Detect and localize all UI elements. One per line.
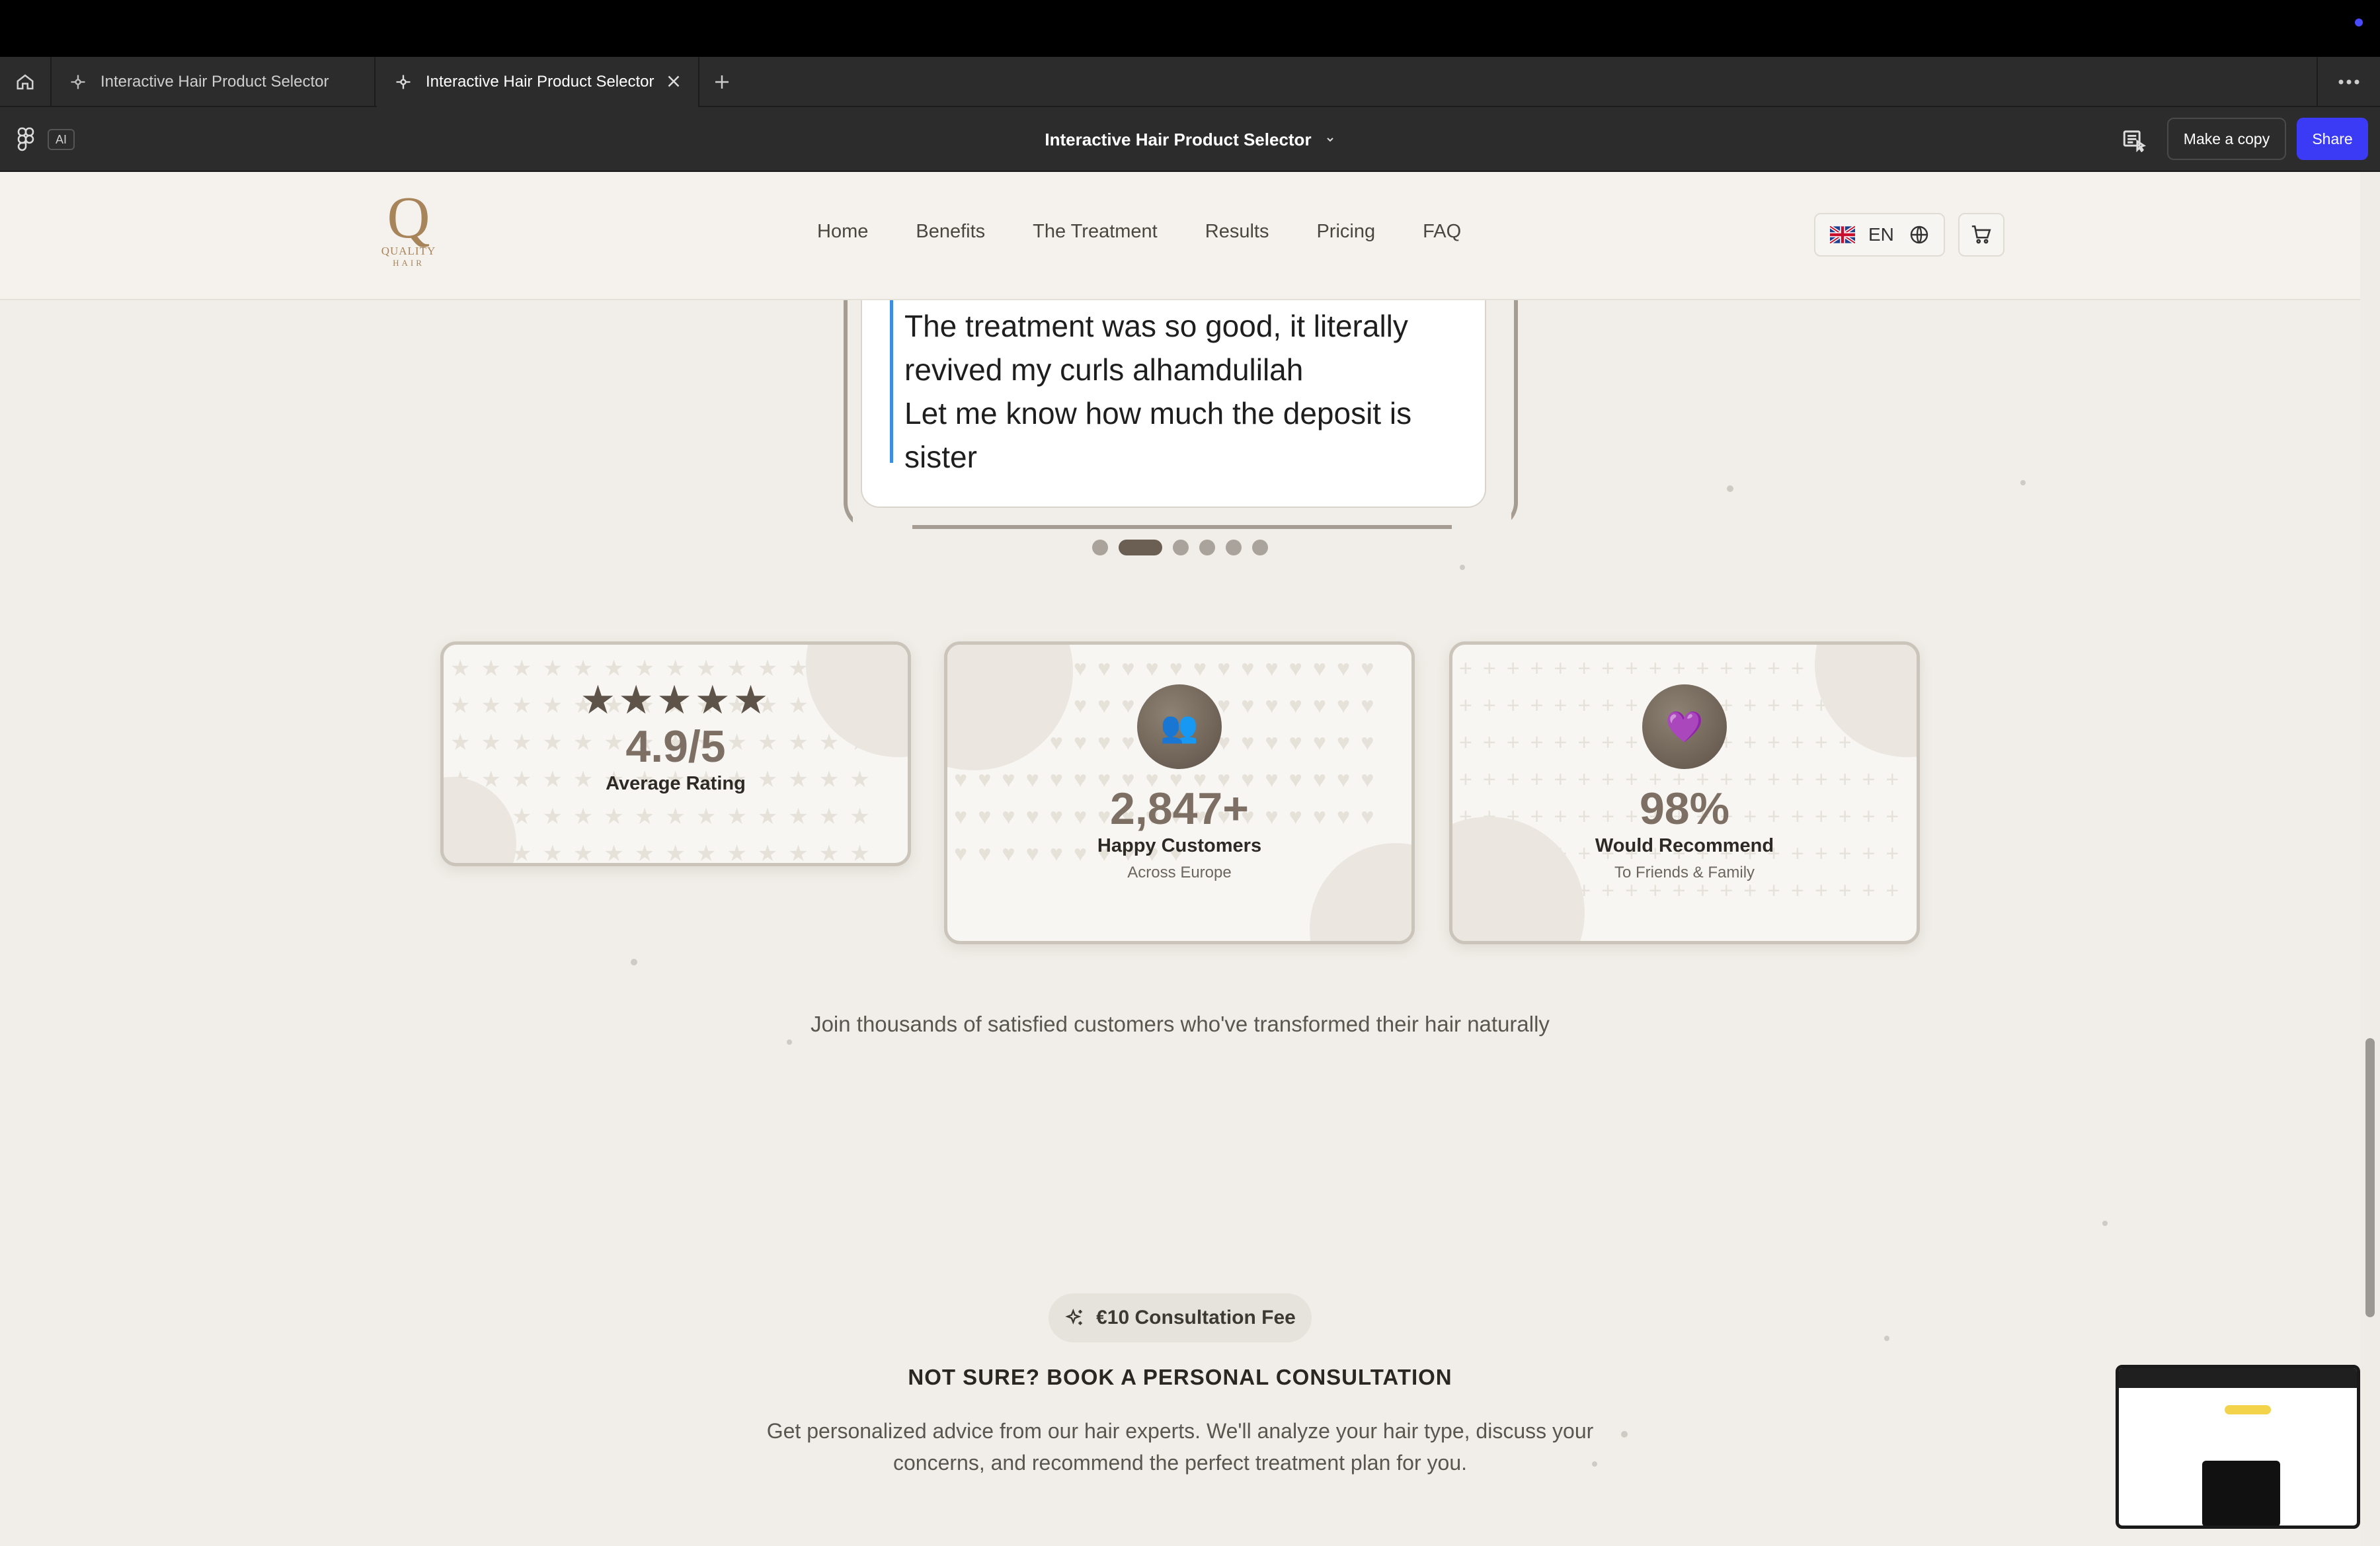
logo-line2: HAIR: [393, 258, 424, 268]
logo-letter: Q: [387, 185, 430, 251]
carousel-dots: [1092, 540, 1279, 555]
plus-icon: [715, 75, 729, 89]
testimonial-line: The treatment was so good, it literally: [904, 309, 1408, 343]
quality-hair-logo[interactable]: Q QUALITY HAIR: [376, 185, 442, 271]
tab-1[interactable]: Interactive Hair Product Selector: [52, 57, 376, 107]
chevron-down-icon: [1325, 134, 1335, 145]
decorative-dot: [1621, 1431, 1628, 1438]
nav-results[interactable]: Results: [1205, 221, 1269, 243]
nav-pricing[interactable]: Pricing: [1316, 221, 1375, 243]
prototype-icon: [69, 73, 87, 91]
home-icon: [17, 74, 34, 90]
decorative-dot: [2102, 1221, 2108, 1226]
recommend-value: 98%: [1639, 784, 1730, 834]
customers-label: Happy Customers: [1097, 835, 1262, 856]
decorative-dot: [1460, 565, 1465, 570]
consultation-fee-text: €10 Consultation Fee: [1096, 1307, 1296, 1328]
consultation-fee-badge: €10 Consultation Fee: [1049, 1293, 1312, 1342]
testimonial-card: The treatment was so good, it literally …: [861, 300, 1486, 508]
document-title[interactable]: Interactive Hair Product Selector: [0, 107, 2380, 172]
scrollbar-thumb[interactable]: [2365, 1038, 2375, 1317]
nav-home[interactable]: Home: [817, 221, 868, 243]
testimonial-text: The treatment was so good, it literally …: [904, 304, 1447, 479]
tab-1-label: Interactive Hair Product Selector: [100, 73, 329, 91]
decorative-dot: [1727, 485, 1733, 492]
decorative-dot: [1884, 1336, 1889, 1341]
heart-emoji: 💜: [1665, 709, 1704, 744]
carousel-dot[interactable]: [1173, 540, 1189, 555]
page-scrollbar[interactable]: [2360, 172, 2380, 1546]
recommend-label: Would Recommend: [1595, 835, 1774, 856]
nav-the-treatment[interactable]: The Treatment: [1033, 221, 1158, 243]
home-tab-button[interactable]: [0, 57, 52, 107]
carousel-dot[interactable]: [1252, 540, 1268, 555]
carousel-dot[interactable]: [1199, 540, 1215, 555]
testimonial-line: revived my curls alhamdulilah: [904, 352, 1304, 387]
more-options-button[interactable]: [2317, 57, 2380, 107]
globe-icon: [1910, 225, 1928, 244]
nav-benefits[interactable]: Benefits: [916, 221, 985, 243]
uk-flag-icon: [1830, 226, 1855, 243]
five-stars-icon: ★★★★★: [580, 678, 772, 722]
tab-2-label: Interactive Hair Product Selector: [426, 73, 654, 91]
thumbnail-device: [2202, 1461, 2280, 1526]
carousel-dot[interactable]: [1226, 540, 1242, 555]
sparkles-icon: [1064, 1307, 1086, 1328]
recommend-sub: To Friends & Family: [1614, 864, 1755, 881]
customers-sub: Across Europe: [1127, 864, 1232, 881]
app-toolbar: AI Interactive Hair Product Selector Mak…: [0, 107, 2380, 172]
language-code: EN: [1868, 224, 1894, 245]
heart-icon: 💜: [1642, 684, 1727, 769]
testimonial-line: Let me know how much the deposit is: [904, 396, 1412, 430]
tab-bar: Interactive Hair Product Selector Intera…: [0, 57, 2380, 107]
decorative-dot: [787, 1039, 792, 1045]
status-dot: [2355, 19, 2363, 26]
preview-thumbnail[interactable]: [2116, 1365, 2360, 1529]
decorative-dot: [2020, 480, 2026, 485]
decorative-dot: [631, 959, 637, 965]
cart-icon: [1971, 225, 1991, 244]
testimonial-line: sister: [904, 440, 977, 474]
rating-value: 4.9/5: [625, 721, 726, 772]
rating-card: ★★★★★★★★★★★★★★★★★★★★★★★★★★★★★★★★★★★★★★★★…: [440, 641, 911, 866]
thumbnail-header: [2119, 1368, 2357, 1388]
tab-2-active[interactable]: Interactive Hair Product Selector: [377, 57, 699, 107]
join-text: Join thousands of satisfied customers wh…: [811, 1012, 1550, 1036]
main-nav: Home Benefits The Treatment Results Pric…: [817, 221, 1509, 243]
site-header: Q QUALITY HAIR Home Benefits The Treatme…: [0, 172, 2360, 300]
page-viewport: Q QUALITY HAIR Home Benefits The Treatme…: [0, 172, 2360, 1546]
people-icon: 👥: [1137, 684, 1222, 769]
language-selector[interactable]: EN: [1814, 213, 1945, 257]
consultation-title: NOT SURE? BOOK A PERSONAL CONSULTATION: [908, 1365, 1452, 1389]
consultation-text: Get personalized advice from our hair ex…: [766, 1419, 1594, 1475]
quote-bar: [890, 300, 893, 463]
logo-line1: QUALITY: [381, 245, 436, 257]
prototype-icon: [394, 73, 413, 91]
recommend-card: ++++++++++++++++++++++++++++++++++ ++++++…: [1449, 641, 1920, 944]
carousel-dot-active[interactable]: [1119, 540, 1162, 555]
new-tab-button[interactable]: [710, 70, 734, 94]
nav-faq[interactable]: FAQ: [1423, 221, 1461, 243]
make-copy-button[interactable]: Make a copy: [2167, 118, 2286, 160]
rating-label: Average Rating: [606, 773, 746, 794]
ellipsis-icon: [2338, 79, 2360, 85]
people-emoji: 👥: [1160, 709, 1199, 744]
os-top-bar: [0, 0, 2380, 57]
customers-value: 2,847+: [1110, 784, 1249, 834]
document-title-text: Interactive Hair Product Selector: [1045, 129, 1312, 149]
close-tab-icon[interactable]: [664, 71, 684, 96]
share-button[interactable]: Share: [2297, 118, 2368, 160]
thumbnail-highlight: [2225, 1405, 2271, 1414]
cart-button[interactable]: [1958, 213, 2004, 257]
present-icon[interactable]: [2121, 128, 2147, 155]
customers-card: ♥♥♥♥♥♥♥♥♥♥♥♥♥♥♥♥♥♥ ♥♥♥♥♥♥♥♥♥♥♥♥♥♥♥♥♥♥♥♥♥♥…: [944, 641, 1415, 944]
carousel-dot[interactable]: [1092, 540, 1108, 555]
